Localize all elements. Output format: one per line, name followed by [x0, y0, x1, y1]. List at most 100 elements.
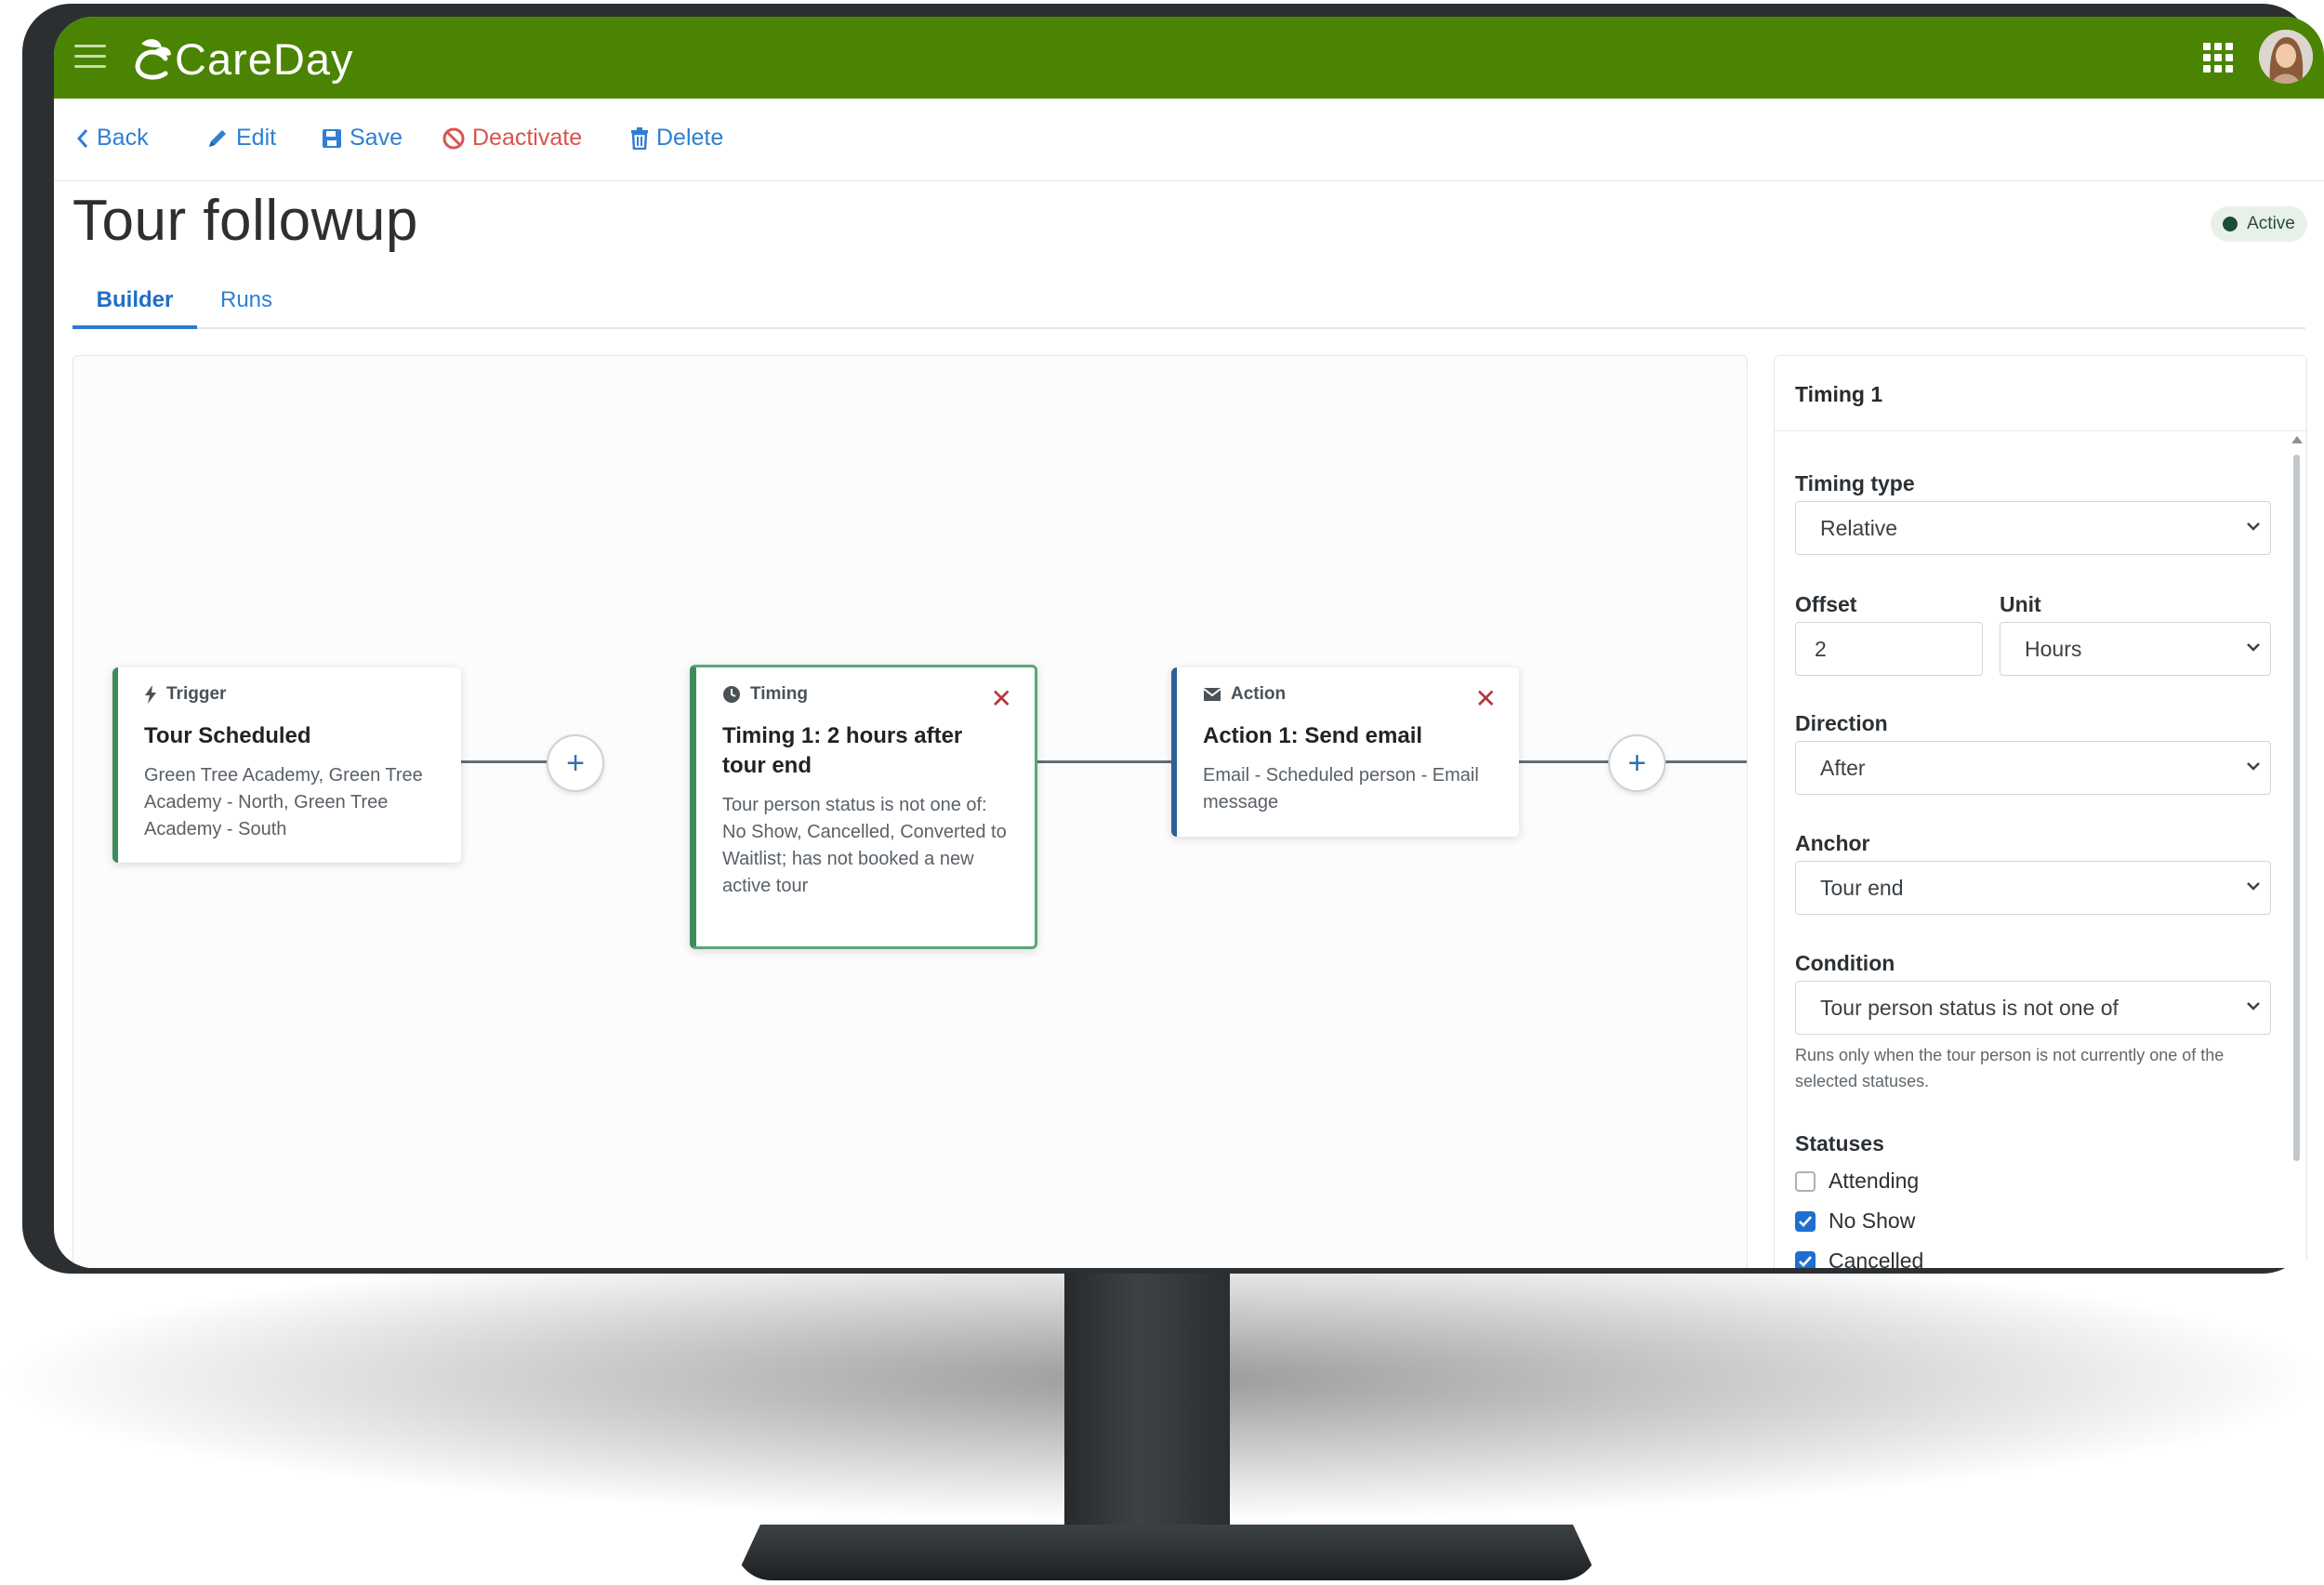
monitor-bezel: CareDay Back Edit Save Deactivate Delete… — [22, 4, 2324, 1274]
add-step-button[interactable]: + — [547, 734, 604, 792]
app-name: CareDay — [175, 33, 354, 84]
offset-label: Offset — [1795, 592, 1857, 616]
condition-help-text: Runs only when the tour person is not cu… — [1795, 1046, 2225, 1090]
close-icon[interactable]: ✕ — [1475, 686, 1497, 712]
scrollbar-thumb[interactable] — [2293, 455, 2300, 1161]
node-kind-label: Timing — [750, 684, 808, 704]
status-label: Active — [2247, 214, 2295, 233]
status-dot-icon — [2223, 217, 2238, 231]
node-kind-row: Timing — [722, 684, 1010, 705]
tab-builder[interactable]: Builder — [73, 275, 197, 329]
checkbox-checked-icon[interactable] — [1795, 1210, 1816, 1232]
panel-header: Timing 1 — [1775, 356, 2306, 431]
envelope-icon — [1203, 688, 1221, 701]
status-option-label: Cancelled — [1829, 1248, 1924, 1268]
chevron-down-icon — [2247, 762, 2260, 771]
condition-label: Condition — [1795, 951, 1895, 975]
action-node[interactable]: Action ✕ Action 1: Send email Email - Sc… — [1171, 667, 1519, 837]
offset-input[interactable]: 2 — [1795, 622, 1983, 676]
offset-value: 2 — [1815, 636, 1827, 661]
trash-icon — [631, 126, 648, 150]
checkbox-checked-icon[interactable] — [1795, 1250, 1816, 1268]
checkmark-icon — [1799, 1255, 1812, 1267]
status-option-label: Attending — [1829, 1169, 1920, 1193]
hamburger-icon[interactable] — [74, 45, 106, 71]
trigger-node[interactable]: Trigger Tour Scheduled Green Tree Academ… — [112, 667, 461, 863]
add-step-button[interactable]: + — [1608, 734, 1666, 792]
clock-icon — [723, 686, 740, 703]
delete-label: Delete — [656, 125, 724, 151]
statuses-label: Statuses — [1795, 1131, 1884, 1156]
unit-select[interactable]: Hours — [2000, 622, 2271, 676]
panel-title: Timing 1 — [1795, 382, 1883, 406]
avatar[interactable] — [2259, 30, 2313, 84]
chevron-down-icon — [2247, 1002, 2260, 1010]
close-icon[interactable]: ✕ — [991, 686, 1012, 712]
floppy-icon — [323, 128, 341, 148]
anchor-value: Tour end — [1820, 875, 1904, 900]
condition-value: Tour person status is not one of — [1820, 995, 2119, 1020]
deactivate-label: Deactivate — [472, 125, 583, 151]
connector-line — [1037, 760, 1177, 763]
pencil-icon — [209, 129, 226, 147]
timing-node[interactable]: Timing ✕ Timing 1: 2 hours after tour en… — [690, 665, 1037, 949]
node-kind-row: Trigger — [144, 684, 437, 705]
anchor-label: Anchor — [1795, 831, 1870, 855]
timing-type-value: Relative — [1820, 515, 1898, 540]
deactivate-button[interactable]: Deactivate — [442, 125, 582, 152]
panel-scrollbar[interactable] — [2291, 436, 2303, 1268]
node-description: Green Tree Academy, Green Tree Academy -… — [144, 765, 423, 839]
monitor-stand-base — [734, 1525, 1599, 1580]
direction-select[interactable]: After — [1795, 741, 2271, 795]
scroll-up-arrow-icon[interactable] — [2291, 436, 2303, 443]
chevron-left-icon — [76, 128, 88, 148]
checkbox-unchecked-icon[interactable] — [1795, 1170, 1816, 1192]
save-button[interactable]: Save — [322, 125, 403, 152]
page-title: Tour followup — [73, 189, 418, 253]
app-logo[interactable]: CareDay — [134, 26, 353, 91]
status-badge: Active — [2211, 206, 2307, 242]
workflow-canvas[interactable]: + + Trigger Tour Scheduled Green Tree Ac… — [73, 355, 1748, 1268]
status-checkbox-attending[interactable]: Attending — [1795, 1169, 1919, 1194]
grid-icon[interactable] — [2203, 43, 2233, 73]
chevron-down-icon — [2247, 882, 2260, 891]
node-description: Email - Scheduled person - Email message — [1203, 765, 1479, 812]
unit-value: Hours — [2025, 636, 2082, 661]
anchor-select[interactable]: Tour end — [1795, 861, 2271, 915]
status-checkbox-no-show[interactable]: No Show — [1795, 1209, 1915, 1234]
node-kind-label: Action — [1231, 684, 1287, 704]
app-header: CareDay — [54, 17, 2324, 99]
direction-value: After — [1820, 755, 1866, 780]
delete-button[interactable]: Delete — [630, 125, 723, 152]
checkmark-icon — [1799, 1215, 1812, 1227]
save-label: Save — [350, 125, 403, 151]
edit-label: Edit — [236, 125, 277, 151]
ban-icon — [442, 127, 465, 149]
timing-type-select[interactable]: Relative — [1795, 501, 2271, 555]
timing-type-label: Timing type — [1795, 471, 1915, 495]
monitor-stand-neck — [1064, 1264, 1230, 1552]
node-title: Timing 1: 2 hours after tour end — [722, 723, 963, 778]
direction-label: Direction — [1795, 711, 1888, 735]
status-option-label: No Show — [1829, 1209, 1916, 1233]
back-button[interactable]: Back — [76, 125, 149, 152]
tab-runs[interactable]: Runs — [205, 275, 288, 325]
unit-label: Unit — [2000, 592, 2041, 616]
node-title: Tour Scheduled — [144, 723, 311, 748]
app-screen: CareDay Back Edit Save Deactivate Delete… — [54, 17, 2324, 1268]
node-kind-label: Trigger — [166, 684, 227, 704]
timing-settings-panel: Timing 1 Timing type Relative Offset Uni… — [1774, 355, 2307, 1268]
node-description: Tour person status is not one of: No Sho… — [722, 795, 1007, 896]
edit-button[interactable]: Edit — [206, 125, 276, 152]
user-avatar-icon — [2259, 30, 2313, 84]
leaf-logo-icon — [135, 39, 171, 80]
toolbar: Back Edit Save Deactivate Delete — [54, 99, 2324, 181]
back-label: Back — [97, 125, 149, 151]
condition-select[interactable]: Tour person status is not one of — [1795, 981, 2271, 1035]
chevron-down-icon — [2247, 522, 2260, 531]
node-kind-row: Action — [1203, 684, 1495, 705]
bolt-icon — [145, 685, 156, 704]
status-checkbox-cancelled[interactable]: Cancelled — [1795, 1248, 1923, 1268]
node-title: Action 1: Send email — [1203, 723, 1423, 748]
chevron-down-icon — [2247, 643, 2260, 652]
